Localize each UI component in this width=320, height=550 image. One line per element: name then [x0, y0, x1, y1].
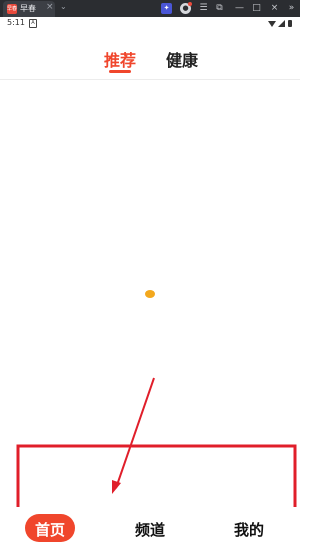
header-divider [0, 79, 300, 80]
status-bar: 5:11 A [0, 17, 300, 30]
window-titlebar: 早春 早春 × ⌄ ✦ ● ☰ ⧉ — □ × » [0, 0, 300, 17]
annotation-arrow-line [115, 377, 155, 489]
notification-dot [188, 2, 192, 6]
bottom-nav: 首页 频道 我的 [0, 507, 300, 550]
pin-icon[interactable]: ⧉ [215, 3, 224, 14]
annotation-overlay [16, 377, 297, 550]
tab-close-icon[interactable]: × [46, 2, 54, 12]
active-tab-indicator [109, 70, 131, 73]
notification-icon: A [29, 19, 37, 28]
browser-tab[interactable]: 早春 早春 × [3, 1, 55, 17]
tab-title: 早春 [20, 4, 36, 13]
tab-health[interactable]: 健康 [166, 47, 198, 71]
status-time: 5:11 [7, 18, 25, 27]
wifi-icon [268, 21, 276, 27]
top-tab-bar: 推荐 健康 [0, 44, 300, 78]
apps-icon[interactable]: ✦ [161, 3, 172, 14]
nav-home-label[interactable]: 首页 [35, 519, 65, 540]
nav-mine-button[interactable]: 我的 [234, 519, 264, 540]
battery-icon [288, 20, 292, 27]
chevron-down-icon[interactable]: ⌄ [60, 2, 67, 11]
more-icon[interactable]: » [287, 3, 296, 14]
annotation-arrow-head [112, 480, 121, 494]
loading-indicator [145, 290, 155, 298]
signal-icon [278, 20, 285, 27]
app-icon: 早春 [7, 4, 18, 14]
close-icon[interactable]: × [270, 3, 279, 14]
nav-channel-button[interactable]: 频道 [135, 519, 165, 540]
tab-recommend[interactable]: 推荐 [104, 47, 136, 71]
minimize-icon[interactable]: — [235, 3, 244, 14]
menu-icon[interactable]: ☰ [199, 3, 208, 14]
maximize-icon[interactable]: □ [252, 3, 261, 14]
